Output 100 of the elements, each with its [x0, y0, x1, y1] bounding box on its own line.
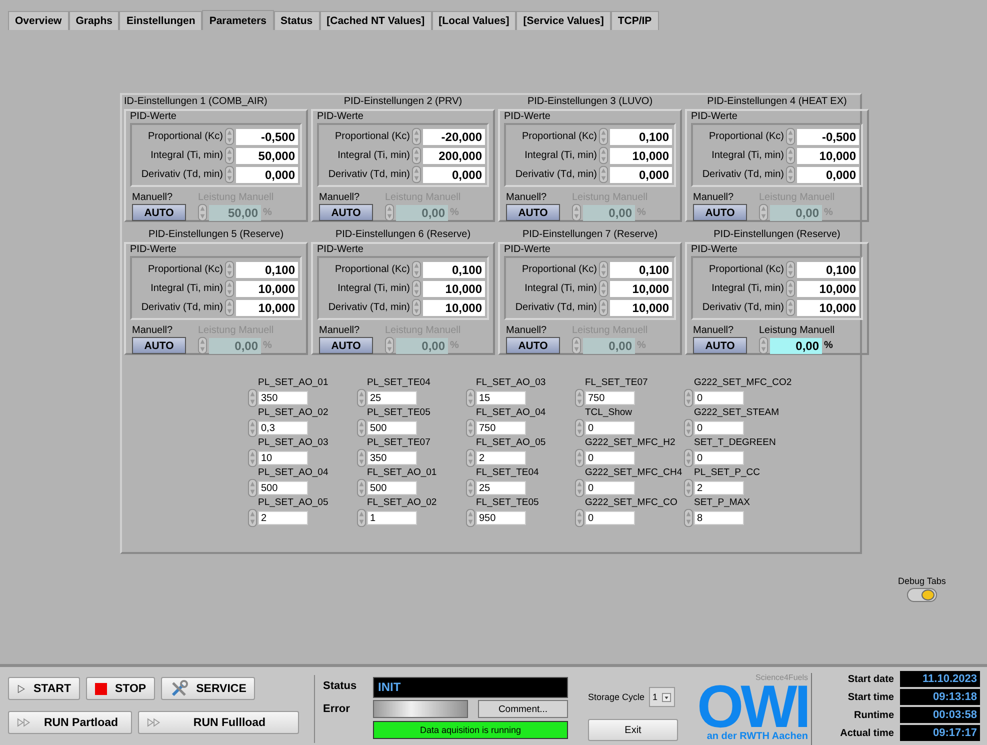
tab[interactable]: [Service Values] [516, 11, 611, 30]
spinner-control[interactable] [466, 389, 475, 407]
parameter-field[interactable]: 15 [476, 391, 526, 405]
spinner-control[interactable] [786, 280, 795, 297]
numeric-field[interactable]: -20,000 [423, 128, 485, 144]
spinner-control[interactable] [412, 166, 421, 183]
parameter-field[interactable]: 0 [694, 391, 744, 405]
numeric-field[interactable]: 0,000 [797, 166, 859, 182]
parameter-field[interactable]: 1 [367, 511, 417, 525]
spinner-control[interactable] [225, 128, 234, 145]
parameter-field[interactable]: 500 [367, 421, 417, 435]
parameter-field[interactable]: 0 [585, 421, 635, 435]
spinner-control[interactable] [225, 147, 234, 164]
spinner-control[interactable] [599, 166, 608, 183]
run-button[interactable]: RUN Fullload [138, 711, 299, 734]
numeric-field[interactable]: 10,000 [610, 300, 672, 316]
auto-button[interactable]: AUTO [319, 204, 373, 221]
spinner-control[interactable] [357, 389, 366, 407]
spinner-control[interactable] [412, 280, 421, 297]
numeric-field[interactable]: 10,000 [236, 280, 298, 296]
spinner-control[interactable] [225, 299, 234, 316]
spinner-control[interactable] [412, 147, 421, 164]
spinner-control[interactable] [684, 479, 693, 497]
spinner-control[interactable] [248, 509, 257, 527]
spinner-control[interactable] [198, 337, 207, 354]
spinner-control[interactable] [466, 479, 475, 497]
numeric-field[interactable]: 200,000 [423, 148, 485, 164]
spinner-control[interactable] [599, 147, 608, 164]
numeric-field[interactable]: -0,500 [797, 128, 859, 144]
spinner-control[interactable] [225, 261, 234, 278]
auto-button[interactable]: AUTO [132, 204, 186, 221]
service-button[interactable]: SERVICE [161, 677, 256, 700]
parameter-field[interactable]: 350 [258, 391, 308, 405]
spinner-control[interactable] [248, 419, 257, 437]
numeric-field[interactable]: 10,000 [610, 280, 672, 296]
spinner-control[interactable] [575, 389, 584, 407]
parameter-field[interactable]: 750 [585, 391, 635, 405]
spinner-control[interactable] [572, 337, 581, 354]
numeric-field[interactable]: 10,000 [610, 148, 672, 164]
spinner-control[interactable] [412, 128, 421, 145]
spinner-control[interactable] [357, 419, 366, 437]
spinner-control[interactable] [572, 204, 581, 221]
spinner-control[interactable] [786, 261, 795, 278]
spinner-control[interactable] [786, 166, 795, 183]
auto-button[interactable]: AUTO [693, 204, 747, 221]
parameter-field[interactable]: 0 [694, 451, 744, 465]
parameter-field[interactable]: 2 [258, 511, 308, 525]
exit-button[interactable]: Exit [588, 719, 678, 741]
parameter-field[interactable]: 750 [476, 421, 526, 435]
parameter-field[interactable]: 2 [694, 481, 744, 495]
stop-button[interactable]: STOP [86, 677, 156, 700]
tab[interactable]: [Local Values] [432, 11, 516, 30]
auto-button[interactable]: AUTO [506, 337, 560, 354]
auto-button[interactable]: AUTO [506, 204, 560, 221]
tab[interactable]: TCP/IP [610, 11, 659, 30]
parameter-field[interactable]: 0,3 [258, 421, 308, 435]
storage-dropdown[interactable]: 1 [648, 687, 675, 707]
tab[interactable]: Graphs [68, 11, 120, 30]
parameter-field[interactable]: 500 [258, 481, 308, 495]
spinner-control[interactable] [786, 128, 795, 145]
spinner-control[interactable] [599, 128, 608, 145]
start-button[interactable]: START [8, 677, 80, 700]
numeric-field[interactable]: 10,000 [797, 280, 859, 296]
spinner-control[interactable] [759, 337, 768, 354]
spinner-control[interactable] [786, 147, 795, 164]
auto-button[interactable]: AUTO [319, 337, 373, 354]
auto-button[interactable]: AUTO [693, 337, 747, 354]
parameter-field[interactable]: 0 [585, 451, 635, 465]
tab[interactable]: [Cached NT Values] [320, 11, 432, 30]
parameter-field[interactable]: 2 [476, 451, 526, 465]
parameter-field[interactable]: 10 [258, 451, 308, 465]
spinner-control[interactable] [466, 419, 475, 437]
numeric-field[interactable]: 0,000 [610, 166, 672, 182]
output-field[interactable]: 0,00 [770, 338, 822, 354]
parameter-field[interactable]: 0 [585, 481, 635, 495]
spinner-control[interactable] [684, 449, 693, 467]
spinner-control[interactable] [198, 204, 207, 221]
spinner-control[interactable] [225, 280, 234, 297]
spinner-control[interactable] [385, 204, 394, 221]
tab[interactable]: Parameters [202, 10, 274, 30]
numeric-field[interactable]: 10,000 [797, 300, 859, 316]
numeric-field[interactable]: 10,000 [797, 148, 859, 164]
spinner-control[interactable] [385, 337, 394, 354]
numeric-field[interactable]: 0,100 [423, 262, 485, 278]
auto-button[interactable]: AUTO [132, 337, 186, 354]
numeric-field[interactable]: 10,000 [236, 300, 298, 316]
parameter-field[interactable]: 350 [367, 451, 417, 465]
numeric-field[interactable]: 0,100 [610, 128, 672, 144]
spinner-control[interactable] [786, 299, 795, 316]
spinner-control[interactable] [248, 479, 257, 497]
spinner-control[interactable] [599, 261, 608, 278]
run-button[interactable]: RUN Partload [8, 711, 132, 734]
numeric-field[interactable]: 10,000 [423, 280, 485, 296]
spinner-control[interactable] [357, 509, 366, 527]
numeric-field[interactable]: 10,000 [423, 300, 485, 316]
spinner-control[interactable] [575, 449, 584, 467]
spinner-control[interactable] [575, 419, 584, 437]
numeric-field[interactable]: 0,000 [423, 166, 485, 182]
spinner-control[interactable] [684, 419, 693, 437]
spinner-control[interactable] [248, 389, 257, 407]
